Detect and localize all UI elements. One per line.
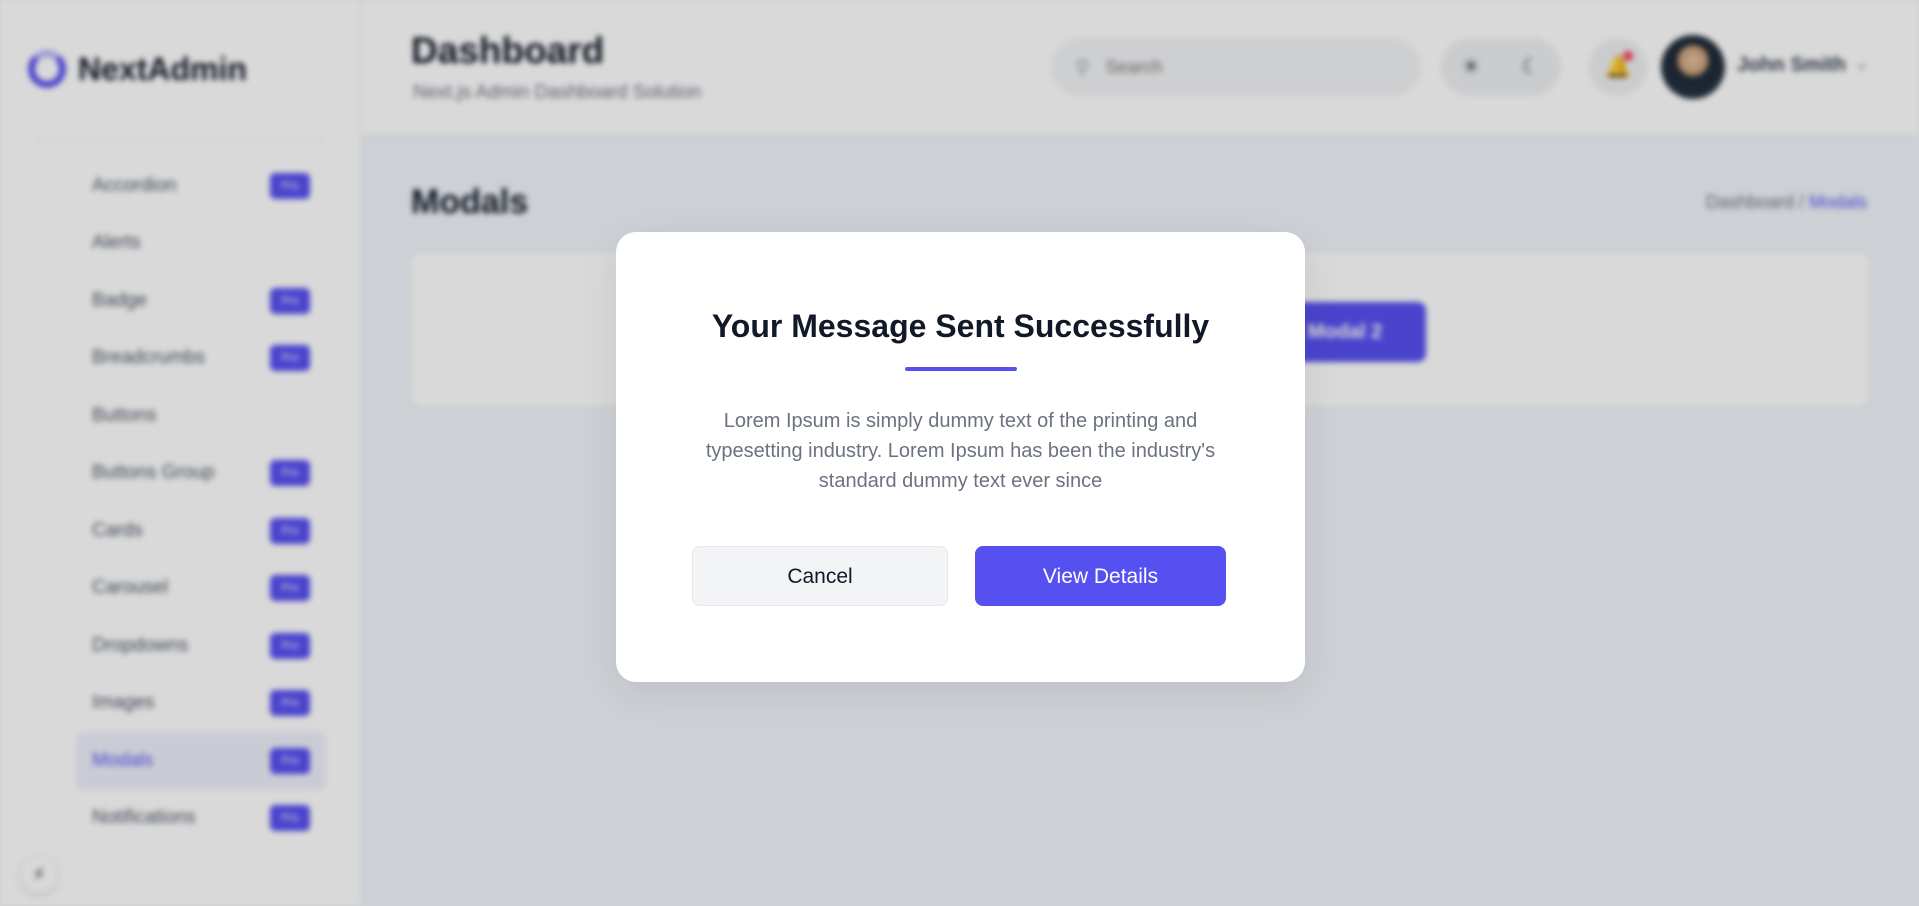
success-modal: Your Message Sent Successfully Lorem Ips… bbox=[616, 232, 1305, 682]
modal-title: Your Message Sent Successfully bbox=[711, 308, 1210, 344]
view-details-button[interactable]: View Details bbox=[975, 546, 1226, 606]
cancel-button[interactable]: Cancel bbox=[692, 546, 948, 606]
modal-title-underline bbox=[905, 367, 1017, 371]
modal-body-text: Lorem Ipsum is simply dummy text of the … bbox=[705, 410, 1216, 492]
